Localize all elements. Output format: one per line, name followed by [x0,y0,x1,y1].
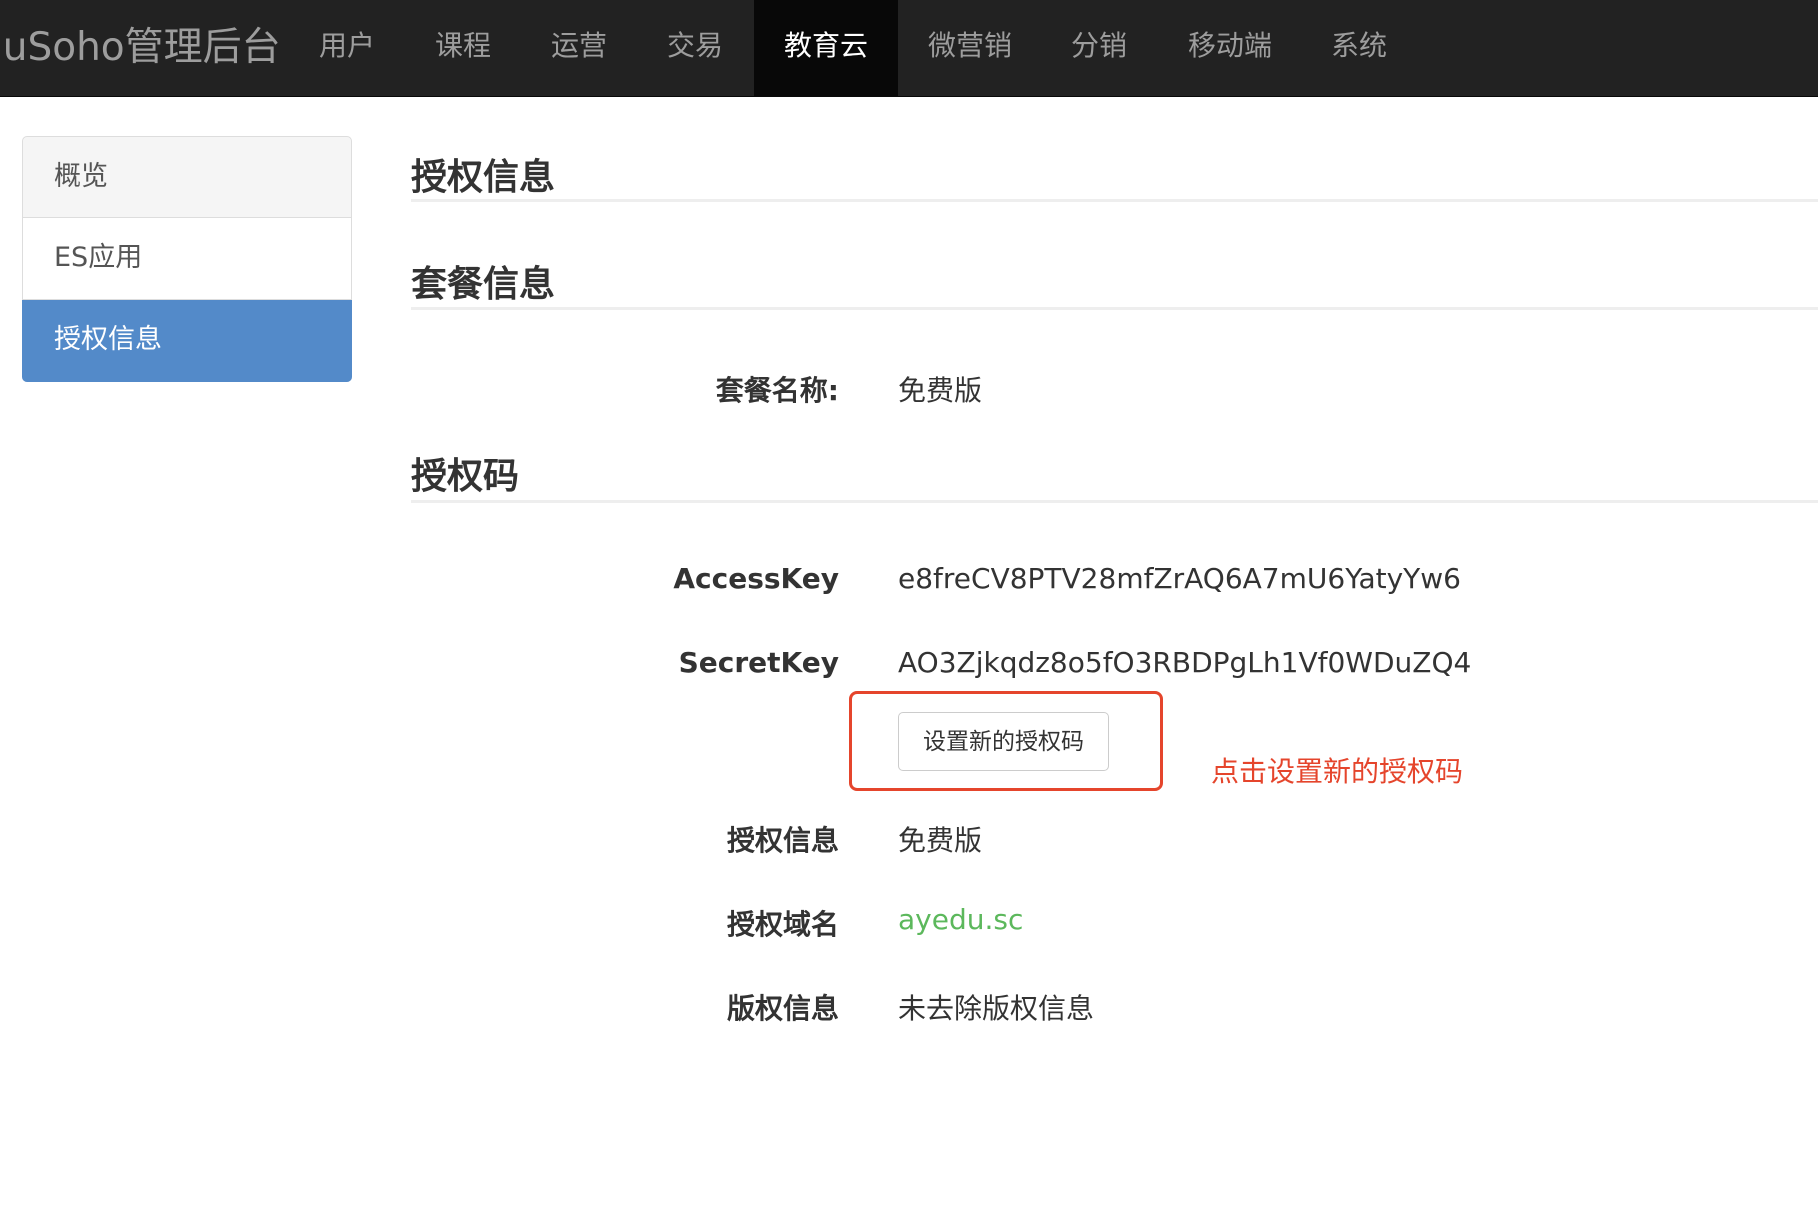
nav-item-system[interactable]: 系统 [1312,0,1406,96]
copyright-value: 未去除版权信息 [898,992,1095,1025]
sidebar-item-license-info[interactable]: 授权信息 [22,300,352,382]
auth-info-label: 授权信息 [726,824,839,857]
page-title: 授权信息 [411,157,556,198]
nav-item-edu-cloud[interactable]: 教育云 [754,0,898,96]
auth-domain-link[interactable]: ayedu.sc [898,903,1023,936]
nav-item-distribution[interactable]: 分销 [1052,0,1146,96]
package-section-title: 套餐信息 [411,264,556,305]
divider [411,307,1818,310]
copyright-label: 版权信息 [726,992,839,1025]
access-key-value: e8freCV8PTV28mfZrAQ6A7mU6YatyYw6 [898,562,1461,595]
secret-key-value: AO3Zjkqdz8o5fO3RBDPgLh1Vf0WDuZQ4 [898,646,1472,679]
nav-item-mobile[interactable]: 移动端 [1168,0,1292,96]
divider [411,199,1818,202]
nav-item-micro-marketing[interactable]: 微营销 [910,0,1030,96]
auth-domain-label: 授权域名 [726,908,839,941]
auth-info-value: 免费版 [898,824,983,857]
top-navbar: duSoho管理后台 用户 课程 运营 交易 教育云 微营销 分销 移动端 系统 [0,0,1818,97]
license-section-title: 授权码 [411,456,520,497]
set-new-license-button[interactable]: 设置新的授权码 [898,712,1109,771]
package-name-label: 套餐名称: [715,374,839,407]
nav-item-operations[interactable]: 运营 [532,0,626,96]
sidebar-nav: 概览 ES应用 授权信息 [22,136,352,382]
package-name-value: 免费版 [898,374,983,407]
sidebar-item-es-apps[interactable]: ES应用 [22,218,352,300]
secret-key-label: SecretKey [678,646,839,679]
nav-item-trade[interactable]: 交易 [648,0,742,96]
sidebar-item-overview[interactable]: 概览 [22,136,352,218]
brand-logo-text[interactable]: duSoho管理后台 [0,0,281,96]
nav-item-users[interactable]: 用户 [300,0,394,96]
annotation-text: 点击设置新的授权码 [1211,755,1464,788]
divider [411,500,1818,503]
nav-item-courses[interactable]: 课程 [416,0,510,96]
access-key-label: AccessKey [673,562,839,595]
